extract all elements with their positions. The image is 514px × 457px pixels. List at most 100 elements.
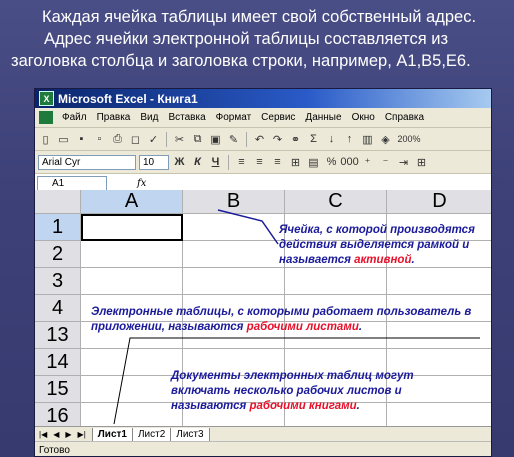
- menu-insert[interactable]: Вставка: [163, 112, 210, 123]
- row-header[interactable]: 15: [35, 376, 81, 403]
- column-header-a[interactable]: A: [81, 190, 183, 214]
- font-name-value: Arial Cyr: [42, 156, 81, 168]
- menu-edit[interactable]: Правка: [92, 112, 136, 123]
- annotation-worksheets: Электронные таблицы, с которыми работает…: [91, 305, 481, 335]
- italic-icon[interactable]: К: [190, 155, 205, 170]
- menu-file[interactable]: Файл: [57, 112, 92, 123]
- row-header[interactable]: 14: [35, 349, 81, 376]
- zoom-combo[interactable]: 200%: [396, 132, 422, 147]
- percent-icon[interactable]: %: [324, 155, 339, 170]
- heading-line-2: Адрес ячейки электронной таблицы составл…: [44, 30, 449, 48]
- sheet-tab-2[interactable]: Лист2: [131, 427, 172, 442]
- column-header-b[interactable]: B: [183, 190, 285, 214]
- paste-icon[interactable]: ▣: [208, 132, 223, 147]
- underline-icon[interactable]: Ч: [208, 155, 223, 170]
- new-icon[interactable]: ▯: [38, 132, 53, 147]
- menu-tools[interactable]: Сервис: [256, 112, 300, 123]
- excel-app-icon: X: [39, 91, 54, 106]
- slide-heading: Каждая ячейка таблицы имеет свой собстве…: [0, 6, 514, 72]
- toolbar-separator: [228, 154, 229, 170]
- annotation-workbooks-tail: .: [356, 400, 360, 412]
- column-header-c[interactable]: C: [285, 190, 387, 214]
- align-right-icon[interactable]: ≡: [270, 155, 285, 170]
- grid-row: 3: [35, 268, 491, 295]
- row-header[interactable]: 2: [35, 241, 81, 268]
- fx-icon[interactable]: fx: [137, 178, 146, 189]
- borders-icon[interactable]: ⊞: [414, 155, 429, 170]
- row-header[interactable]: 3: [35, 268, 81, 295]
- spelling-icon[interactable]: ✓: [146, 132, 161, 147]
- heading-line-3: заголовка столбца и заголовка строки, на…: [11, 52, 471, 70]
- name-box-value: A1: [52, 177, 65, 189]
- grid-cell[interactable]: [183, 214, 285, 241]
- grid-cell[interactable]: [81, 376, 183, 403]
- grid-cell[interactable]: [81, 241, 183, 268]
- grid-cell[interactable]: [285, 268, 387, 295]
- workbook-icon: [39, 111, 53, 124]
- menu-view[interactable]: Вид: [135, 112, 163, 123]
- last-sheet-icon[interactable]: ▶|: [78, 430, 86, 439]
- save-icon[interactable]: ▪: [74, 132, 89, 147]
- indent-icon[interactable]: ⇥: [396, 155, 411, 170]
- redo-icon[interactable]: ↷: [270, 132, 285, 147]
- merge-center-icon[interactable]: ⊞: [288, 155, 303, 170]
- prev-sheet-icon[interactable]: ◀: [53, 430, 59, 439]
- font-size-select[interactable]: 10: [139, 154, 169, 170]
- increase-decimal-icon[interactable]: ⁺: [360, 155, 375, 170]
- print-preview-icon[interactable]: ◻: [128, 132, 143, 147]
- menu-window[interactable]: Окно: [347, 112, 380, 123]
- currency-icon[interactable]: ▤: [306, 155, 321, 170]
- active-cell-a1[interactable]: [81, 214, 183, 241]
- grid-cell[interactable]: [387, 268, 491, 295]
- annotation-workbooks-highlight: рабочими книгами: [249, 400, 357, 412]
- annotation-worksheets-tail: .: [358, 321, 363, 333]
- undo-icon[interactable]: ↶: [252, 132, 267, 147]
- hyperlink-icon[interactable]: ⚭: [288, 132, 303, 147]
- select-all-corner[interactable]: [35, 190, 81, 214]
- menu-help[interactable]: Справка: [380, 112, 429, 123]
- font-name-select[interactable]: Arial Cyr: [38, 154, 136, 170]
- font-size-value: 10: [143, 156, 155, 168]
- column-header-d[interactable]: D: [387, 190, 491, 214]
- standard-toolbar: ▯ ▭ ▪ ▫ ⎙ ◻ ✓ ✂ ⧉ ▣ ✎ ↶ ↷ ⚭ Σ ↓ ↑ ▥ ◈ 20…: [35, 128, 491, 151]
- chart-wizard-icon[interactable]: ▥: [360, 132, 375, 147]
- next-sheet-icon[interactable]: ▶: [65, 430, 71, 439]
- sheet-tab-bar: |◀ ◀ ▶ ▶| Лист1 Лист2 Лист3: [35, 426, 491, 442]
- format-painter-icon[interactable]: ✎: [226, 132, 241, 147]
- name-box[interactable]: A1: [37, 175, 107, 191]
- grid-cell[interactable]: [81, 268, 183, 295]
- sheet-tab-1[interactable]: Лист1: [91, 427, 133, 442]
- align-left-icon[interactable]: ≡: [234, 155, 249, 170]
- decrease-decimal-icon[interactable]: ⁻: [378, 155, 393, 170]
- row-header[interactable]: 1: [35, 214, 81, 241]
- first-sheet-icon[interactable]: |◀: [39, 430, 47, 439]
- row-header[interactable]: 4: [35, 295, 81, 322]
- status-text: Готово: [39, 445, 70, 456]
- copy-icon[interactable]: ⧉: [190, 132, 205, 147]
- grid-cell[interactable]: [81, 349, 183, 376]
- print-icon[interactable]: ⎙: [110, 132, 125, 147]
- title-bar: X Microsoft Excel - Книга1: [35, 89, 491, 108]
- permission-icon[interactable]: ▫: [92, 132, 107, 147]
- column-headers: A B C D: [35, 190, 491, 214]
- toolbar-separator: [166, 131, 167, 147]
- sheet-tab-3[interactable]: Лист3: [170, 427, 210, 442]
- autosum-icon[interactable]: Σ: [306, 132, 321, 147]
- menu-data[interactable]: Данные: [300, 112, 346, 123]
- annotation-active-cell: Ячейка, с которой производятся действия …: [279, 223, 484, 268]
- row-header[interactable]: 13: [35, 322, 81, 349]
- sort-desc-icon[interactable]: ↑: [342, 132, 357, 147]
- menu-format[interactable]: Формат: [211, 112, 257, 123]
- grid-cell[interactable]: [183, 241, 285, 268]
- align-center-icon[interactable]: ≡: [252, 155, 267, 170]
- tab-scroll-buttons: |◀ ◀ ▶ ▶|: [35, 430, 92, 439]
- cut-icon[interactable]: ✂: [172, 132, 187, 147]
- drawing-icon[interactable]: ◈: [378, 132, 393, 147]
- bold-icon[interactable]: Ж: [172, 155, 187, 170]
- open-icon[interactable]: ▭: [56, 132, 71, 147]
- thousands-icon[interactable]: 000: [340, 155, 358, 170]
- formatting-toolbar: Arial Cyr 10 Ж К Ч ≡ ≡ ≡ ⊞ ▤ % 000 ⁺ ⁻ ⇥…: [35, 151, 491, 174]
- grid-cell[interactable]: [183, 268, 285, 295]
- annotation-active-cell-highlight: активной: [354, 254, 412, 266]
- sort-asc-icon[interactable]: ↓: [324, 132, 339, 147]
